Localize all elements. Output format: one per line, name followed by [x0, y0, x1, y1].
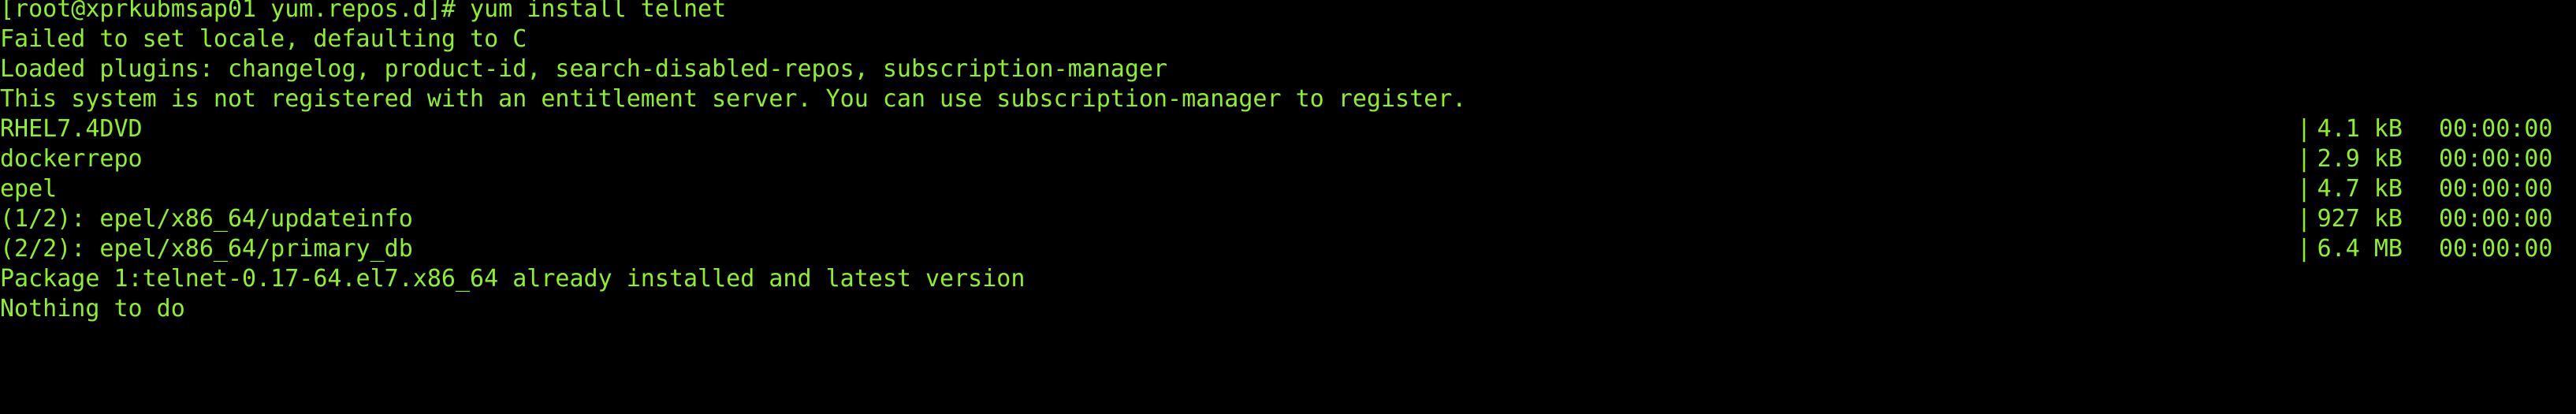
separator: |	[2297, 175, 2312, 203]
terminal-window[interactable]: [root@xprkubmsap01 yum.repos.d]# yum ins…	[0, 0, 2576, 326]
repo-name: epel	[0, 175, 58, 203]
separator: |	[2297, 115, 2312, 143]
download-row: dockerrepo | 2.9 kB 00:00:00	[0, 144, 2576, 174]
download-size: 927 kB	[2317, 205, 2403, 233]
download-size: 4.1 kB	[2317, 115, 2403, 143]
download-row: (1/2): epel/x86_64/updateinfo | 927 kB 0…	[0, 204, 2576, 234]
package-status-line: Package 1:telnet-0.17-64.el7.x86_64 alre…	[0, 265, 1026, 293]
download-size: 6.4 MB	[2317, 235, 2403, 263]
nothing-to-do-line: Nothing to do	[0, 295, 185, 323]
command-prompt-line: [root@xprkubmsap01 yum.repos.d]# yum ins…	[0, 0, 727, 23]
separator: |	[2297, 235, 2312, 263]
download-time: 00:00:00	[2439, 175, 2553, 203]
download-row: RHEL7.4DVD | 4.1 kB 00:00:00	[0, 114, 2576, 144]
download-time: 00:00:00	[2439, 115, 2553, 143]
download-size: 4.7 kB	[2317, 175, 2403, 203]
download-time: 00:00:00	[2439, 235, 2553, 263]
download-row: epel | 4.7 kB 00:00:00	[0, 174, 2576, 204]
repo-name: (2/2): epel/x86_64/primary_db	[0, 235, 413, 263]
separator: |	[2297, 205, 2312, 233]
download-row: (2/2): epel/x86_64/primary_db | 6.4 MB 0…	[0, 234, 2576, 264]
download-time: 00:00:00	[2439, 145, 2553, 173]
registration-notice-line: This system is not registered with an en…	[0, 85, 1467, 113]
download-size: 2.9 kB	[2317, 145, 2403, 173]
locale-warning-line: Failed to set locale, defaulting to C	[0, 25, 527, 53]
separator: |	[2297, 145, 2312, 173]
repo-name: (1/2): epel/x86_64/updateinfo	[0, 205, 413, 233]
download-time: 00:00:00	[2439, 205, 2553, 233]
loaded-plugins-line: Loaded plugins: changelog, product-id, s…	[0, 55, 1168, 83]
repo-name: dockerrepo	[0, 145, 143, 173]
repo-name: RHEL7.4DVD	[0, 115, 143, 143]
